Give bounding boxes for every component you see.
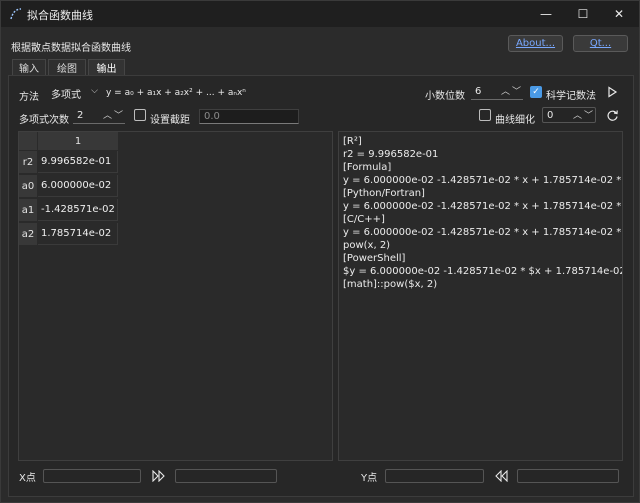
table-cell[interactable]: 6.000000e-02 (38, 175, 118, 197)
decimals-spinbox[interactable]: 6 ︿ ﹀ (471, 84, 523, 100)
output-line: [math]::pow($x, 2) (343, 279, 438, 290)
output-line: pow(x, 2) (343, 240, 391, 251)
x-points-label: X点 (19, 473, 36, 484)
table-corner (19, 132, 37, 150)
intercept-input[interactable]: 0.0 (199, 109, 299, 124)
maximize-button[interactable]: ☐ (563, 1, 603, 27)
y-points-aux-field[interactable] (517, 469, 619, 483)
minimize-button[interactable]: — (526, 1, 566, 27)
table-cell[interactable]: 9.996582e-01 (38, 151, 118, 173)
refresh-icon (606, 109, 618, 121)
about-button[interactable]: About... (508, 35, 563, 52)
y-points-field[interactable] (385, 469, 484, 483)
main-window: 拟合函数曲线 — ☐ ✕ 根据散点数据拟合函数曲线 About... Qt...… (0, 0, 640, 503)
intercept-placeholder: 0.0 (204, 111, 220, 122)
minimize-icon: — (540, 7, 552, 21)
spin-up-icon[interactable]: ︿ (573, 108, 582, 121)
spin-up-icon[interactable]: ︿ (501, 84, 510, 97)
output-line: y = 6.000000e-02 -1.428571e-02 * x + 1.7… (343, 201, 623, 212)
formula-text: y = a₀ + a₁x + a₂x² + ... + aₙxⁿ (106, 88, 246, 98)
row-header[interactable]: a2 (19, 223, 37, 245)
output-line: y = 6.000000e-02 -1.428571e-02 * x + 1.7… (343, 227, 622, 238)
output-line: y = 6.000000e-02 -1.428571e-02 * x + 1.7… (343, 175, 623, 186)
decimals-label: 小数位数 (425, 91, 465, 102)
output-line: [C/C++] (343, 214, 385, 225)
title-bar[interactable]: 拟合函数曲线 — ☐ ✕ (1, 1, 639, 27)
tab-output[interactable]: 输出 (88, 59, 125, 75)
smooth-spinbox[interactable]: 0 ︿ ﹀ (542, 107, 596, 123)
close-button[interactable]: ✕ (599, 1, 639, 27)
spin-up-icon[interactable]: ︿ (103, 108, 112, 121)
page-subtitle: 根据散点数据拟合函数曲线 (11, 43, 131, 54)
refresh-button[interactable] (604, 107, 620, 123)
degree-value: 2 (77, 110, 84, 121)
x-points-aux-field[interactable] (175, 469, 277, 483)
y-to-x-button[interactable] (493, 468, 509, 484)
method-value: 多项式 (51, 89, 81, 101)
column-header[interactable]: 1 (38, 132, 118, 150)
tab-input[interactable]: 输入 (12, 59, 46, 75)
double-left-icon (495, 470, 508, 482)
tab-plot[interactable]: 绘图 (48, 59, 86, 75)
sci-notation-label: 科学记数法 (546, 91, 596, 102)
x-points-field[interactable] (43, 469, 141, 483)
degree-spinbox[interactable]: 2 ︿ ﹀ (73, 108, 125, 124)
table-cell[interactable]: 1.785714e-02 (38, 223, 118, 245)
row-header[interactable]: a0 (19, 175, 37, 197)
smooth-value: 0 (547, 109, 554, 121)
method-label: 方法 (19, 92, 39, 103)
output-line: [Formula] (343, 162, 392, 173)
about-qt-button[interactable]: Qt... (573, 35, 628, 52)
output-line: [Python/Fortran] (343, 188, 425, 199)
result-table: 1 r2 9.996582e-01 a0 6.000000e-02 a1 -1.… (18, 131, 333, 461)
smooth-label: 曲线细化 (495, 115, 535, 126)
output-line: $y = 6.000000e-02 -1.428571e-02 * $x + 1… (343, 266, 623, 277)
degree-label: 多项式次数 (19, 115, 69, 126)
spin-down-icon[interactable]: ﹀ (512, 84, 521, 97)
check-icon: ✓ (532, 87, 540, 97)
output-line: r2 = 9.996582e-01 (343, 149, 439, 160)
row-header[interactable]: a1 (19, 199, 37, 221)
chevron-down-icon: ⌵ (91, 86, 98, 96)
output-text-area[interactable]: [R²] r2 = 9.996582e-01 [Formula] y = 6.0… (338, 131, 623, 461)
run-button[interactable] (604, 84, 620, 100)
sci-notation-checkbox[interactable]: ✓ (530, 86, 542, 98)
smooth-checkbox[interactable] (479, 109, 491, 121)
close-icon: ✕ (613, 7, 625, 21)
method-select[interactable]: 多项式 ⌵ (47, 85, 101, 101)
x-to-y-button[interactable] (151, 468, 167, 484)
spin-down-icon[interactable]: ﹀ (584, 108, 593, 121)
output-line: [PowerShell] (343, 253, 406, 264)
spin-down-icon[interactable]: ﹀ (114, 108, 123, 121)
app-icon (10, 8, 22, 20)
play-icon (608, 86, 618, 98)
y-points-label: Y点 (361, 473, 378, 484)
table-cell[interactable]: -1.428571e-02 (38, 199, 118, 221)
output-line: [R²] (343, 136, 362, 147)
intercept-label: 设置截距 (150, 115, 190, 126)
maximize-icon: ☐ (577, 7, 589, 21)
decimals-value: 6 (475, 86, 482, 97)
double-right-icon (152, 470, 165, 482)
window-title: 拟合函数曲线 (27, 9, 93, 22)
intercept-checkbox[interactable] (134, 109, 146, 121)
row-header[interactable]: r2 (19, 151, 37, 173)
